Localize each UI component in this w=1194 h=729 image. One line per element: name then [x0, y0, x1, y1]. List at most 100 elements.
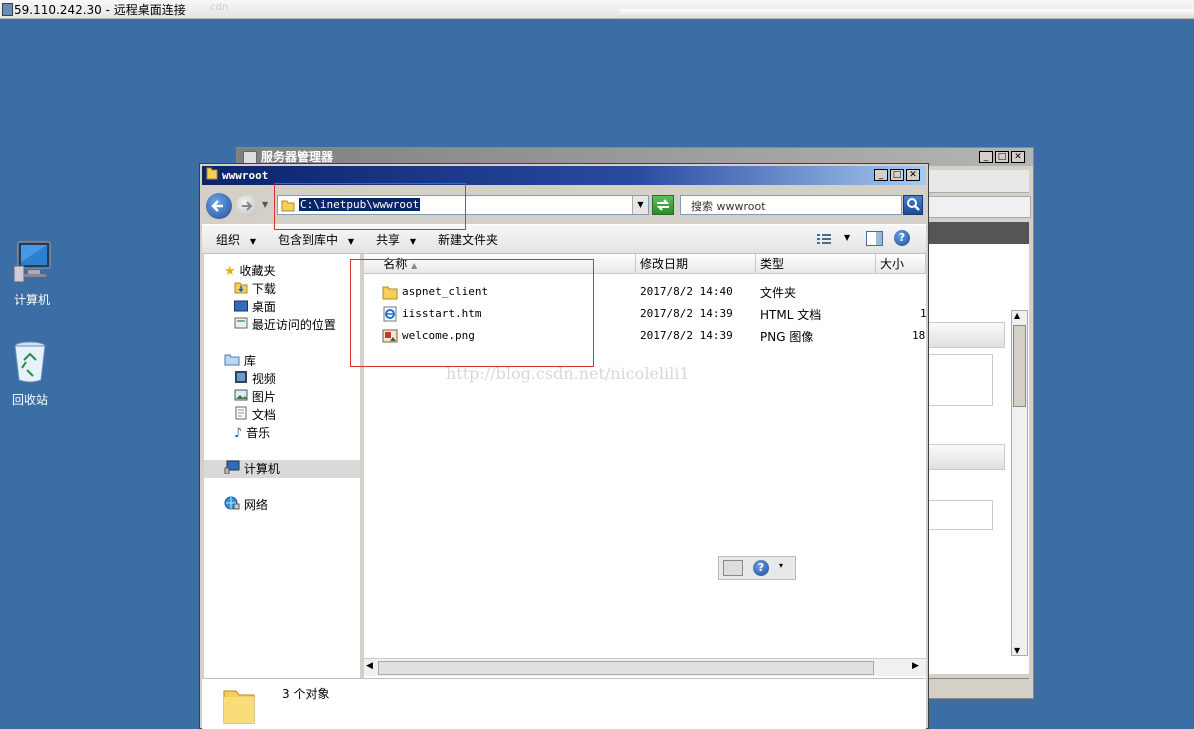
maximize-button[interactable]: □	[890, 169, 904, 181]
column-label: 大小	[880, 257, 905, 271]
scrollbar-thumb[interactable]	[378, 661, 874, 675]
share-menu[interactable]: 共享 ▼	[376, 231, 416, 248]
details-pane: 3 个对象	[202, 678, 926, 729]
forward-button[interactable]	[236, 195, 258, 217]
address-dropdown-chevron-icon[interactable]: ▼	[632, 196, 648, 214]
minimize-button[interactable]: _	[874, 169, 888, 181]
view-options-icon[interactable]	[816, 232, 832, 249]
horizontal-scrollbar[interactable]: ◀ ▶	[364, 658, 926, 676]
back-button[interactable]	[206, 193, 232, 219]
desktop-icon-recycle-bin[interactable]: 回收站	[0, 340, 60, 408]
nav-item-downloads[interactable]: 下载	[234, 280, 276, 298]
content-section-box	[927, 354, 993, 406]
keyboard-icon[interactable]	[723, 560, 743, 576]
share-label: 共享	[376, 233, 401, 247]
scrollbar-thumb[interactable]	[1013, 325, 1026, 407]
desktop-icon	[234, 299, 248, 317]
rdp-blurred-text: cdn	[210, 2, 229, 13]
nav-label: 计算机	[243, 462, 280, 476]
nav-item-favorites[interactable]: ★ 收藏夹	[224, 262, 276, 280]
column-header-type[interactable]: 类型	[756, 254, 876, 274]
organize-label: 组织	[216, 233, 241, 247]
nav-item-libraries[interactable]: 库	[224, 352, 256, 370]
nav-item-computer[interactable]: 计算机	[224, 460, 280, 478]
refresh-icon[interactable]	[652, 195, 674, 215]
document-icon	[234, 406, 248, 425]
computer-icon	[224, 460, 240, 479]
nav-item-desktop[interactable]: 桌面	[234, 298, 276, 316]
scroll-left-arrow-icon[interactable]: ◀	[366, 661, 373, 671]
scroll-right-arrow-icon[interactable]: ▶	[912, 661, 919, 671]
column-header-size[interactable]: 大小	[876, 254, 926, 274]
nav-label: 库	[243, 354, 256, 368]
highlight-box-address	[274, 183, 466, 230]
maximize-button[interactable]: □	[995, 151, 1009, 163]
video-icon	[234, 370, 248, 389]
search-input[interactable]: 搜索 wwwroot	[691, 198, 766, 214]
network-icon	[224, 496, 240, 515]
chevron-down-icon: ▼	[347, 237, 354, 246]
help-icon[interactable]: ?	[894, 230, 910, 246]
column-header-date[interactable]: 修改日期	[636, 254, 756, 274]
preview-pane-icon[interactable]	[866, 231, 883, 246]
server-manager-statusbar	[927, 678, 1029, 695]
organize-menu[interactable]: 组织 ▼	[216, 231, 256, 248]
nav-label: 音乐	[246, 426, 271, 440]
minimize-button[interactable]: _	[979, 151, 993, 163]
rdp-connection-icon	[2, 3, 13, 16]
folder-icon	[222, 683, 256, 728]
nav-label: 图片	[251, 390, 276, 404]
recent-pages-chevron-icon[interactable]: ▼	[262, 200, 268, 209]
file-date: 2017/8/2 14:39	[640, 329, 733, 342]
content-section-box	[927, 500, 993, 530]
nav-item-network[interactable]: 网络	[224, 496, 268, 514]
include-in-library-menu[interactable]: 包含到库中 ▼	[278, 231, 354, 248]
nav-item-pictures[interactable]: 图片	[234, 388, 276, 406]
nav-label: 文档	[251, 408, 276, 422]
explorer-window[interactable]: wwwroot _ □ ✕ ▼ C:\inetpub\wwwroot ▼ 搜索 …	[199, 163, 929, 729]
desktop-icon-computer[interactable]: 计算机	[2, 240, 62, 308]
nav-label: 视频	[251, 372, 276, 386]
folder-icon	[206, 166, 218, 186]
library-icon	[224, 352, 240, 371]
recent-places-icon	[234, 316, 248, 335]
nav-item-recent[interactable]: 最近访问的位置	[234, 316, 336, 334]
star-icon: ★	[224, 263, 236, 279]
chevron-down-icon: ▼	[249, 237, 256, 246]
picture-icon	[234, 388, 248, 407]
nav-item-documents[interactable]: 文档	[234, 406, 276, 424]
recycle-bin-icon	[0, 340, 60, 387]
content-section-header	[927, 444, 1005, 470]
search-icon[interactable]	[903, 195, 923, 215]
file-type: HTML 文档	[760, 308, 822, 322]
language-bar[interactable]: ? ▾	[718, 556, 796, 580]
nav-item-music[interactable]: ♪ 音乐	[234, 424, 270, 442]
close-button[interactable]: ✕	[906, 169, 920, 181]
nav-label: 收藏夹	[239, 264, 276, 278]
file-date: 2017/8/2 14:40	[640, 285, 733, 298]
search-box[interactable]: 搜索 wwwroot	[680, 195, 902, 215]
chevron-down-icon[interactable]: ▼	[844, 233, 850, 242]
highlight-box-files	[350, 259, 594, 367]
server-manager-content: ▲ ▼	[927, 244, 1029, 674]
server-manager-scrollbar[interactable]: ▲ ▼	[1011, 310, 1028, 656]
file-type: PNG 图像	[760, 330, 814, 344]
nav-item-videos[interactable]: 视频	[234, 370, 276, 388]
rdp-blurred-area	[620, 9, 1194, 18]
nav-label: 桌面	[251, 300, 276, 314]
file-date: 2017/8/2 14:39	[640, 307, 733, 320]
options-chevron-icon[interactable]: ▾	[779, 561, 783, 570]
rdp-title-bar: 59.110.242.30 - 远程桌面连接 cdn	[0, 0, 1194, 19]
file-size: 18	[912, 329, 926, 342]
explorer-title: wwwroot	[222, 169, 269, 182]
server-manager-toolbar-row	[927, 196, 1031, 218]
rdp-window-title: 59.110.242.30 - 远程桌面连接	[14, 3, 186, 17]
new-folder-button[interactable]: 新建文件夹	[438, 231, 498, 248]
close-button[interactable]: ✕	[1011, 151, 1025, 163]
scroll-down-arrow-icon[interactable]: ▼	[1014, 646, 1020, 655]
scroll-up-arrow-icon[interactable]: ▲	[1014, 311, 1020, 320]
column-label: 修改日期	[640, 257, 689, 271]
include-in-library-label: 包含到库中	[278, 233, 339, 247]
help-icon[interactable]: ?	[753, 560, 769, 576]
file-type: 文件夹	[760, 286, 797, 300]
